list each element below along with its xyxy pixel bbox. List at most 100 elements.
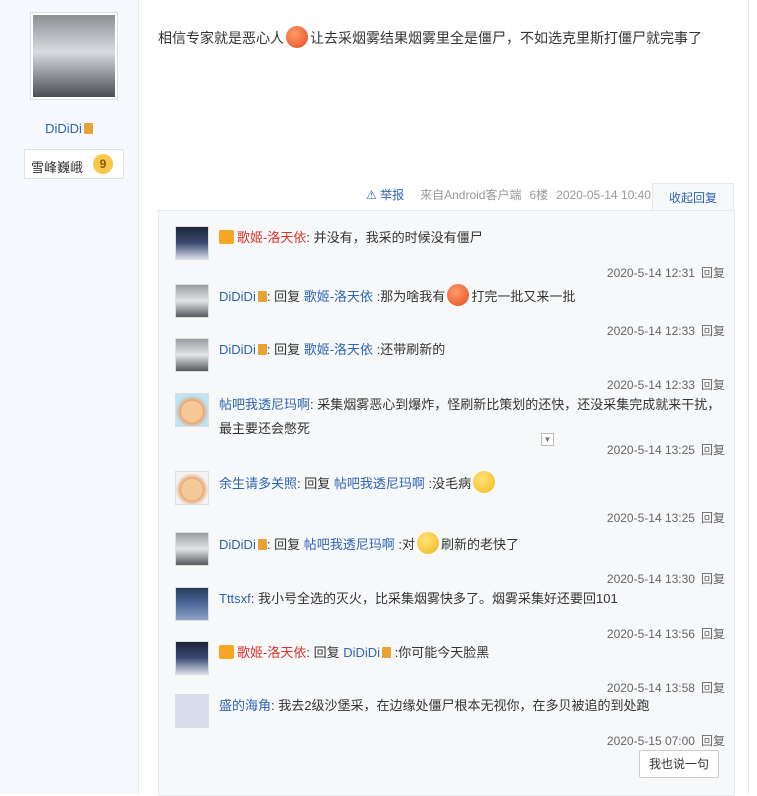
post-content: 相信专家就是恶心人 让去采烟雾结果烟雾里全是僵尸，不如选克里斯打僵尸就完事了 <box>158 24 738 52</box>
reply-body-2: 刷新的老快了 <box>440 537 519 552</box>
reply-username[interactable]: DiDiDi <box>219 342 256 357</box>
reply-body-2: 打完一批又来一批 <box>471 289 576 304</box>
member-badge[interactable]: 雪峰巍峨 9 <box>24 149 124 179</box>
reply-avatar[interactable] <box>175 471 209 505</box>
reply-username[interactable]: DiDiDi <box>219 289 256 304</box>
reply-button[interactable]: 回复 <box>701 572 725 586</box>
reply-target[interactable]: 歌姬-洛天依 <box>304 342 373 357</box>
report-link[interactable]: ⚠ 举报 <box>366 188 412 202</box>
reply-button[interactable]: 回复 <box>701 266 725 280</box>
post-source: 来自Android客户端 <box>420 188 522 202</box>
reply-time: 2020-5-14 13:25 <box>606 511 695 525</box>
reply-body: :那为啥我有 <box>376 289 446 304</box>
divider <box>748 0 749 794</box>
reply-avatar[interactable] <box>175 694 209 728</box>
reply-body: 我去2级沙堡采，在边缘处僵尸根本无视你，在多贝被追的到处跑 <box>278 698 650 713</box>
reply-button[interactable]: 回复 <box>701 511 725 525</box>
author-name-link[interactable]: DiDiDi <box>45 121 82 136</box>
reply-text: 帖吧我透尼玛啊: 采集烟雾恶心到爆炸，怪刷新比策划的还快，还没采集完成就来干扰，… <box>219 397 721 436</box>
reply-time: 2020-5-14 13:56 <box>606 627 695 641</box>
add-comment-button[interactable]: 我也说一句 <box>639 750 719 778</box>
reply-prefix: 回复 <box>304 476 331 491</box>
vip-crown-icon <box>219 230 234 244</box>
reply-text: Tttsxf: 我小号全选的灭火，比采集烟雾快多了。烟雾采集好还要回101 <box>219 591 618 606</box>
reply-username[interactable]: 盛的海角 <box>219 698 271 713</box>
post-floor: 6楼 <box>529 188 549 202</box>
reply-username[interactable]: Tttsxf <box>219 591 251 606</box>
reply-prefix: 回复 <box>313 645 340 660</box>
reply-meta: 2020-5-14 13:30 回复 <box>175 570 725 587</box>
reply-avatar[interactable] <box>175 338 209 372</box>
author-sidebar <box>0 0 139 794</box>
reply-prefix: 回复 <box>274 537 301 552</box>
reply-body: 并没有，我采的时候没有僵尸 <box>313 230 483 245</box>
reply-target[interactable]: DiDiDi <box>343 645 380 660</box>
reply-username[interactable]: DiDiDi <box>219 537 256 552</box>
reply-time: 2020-5-15 07:00 <box>606 734 695 748</box>
angry-emoji-icon <box>286 26 308 48</box>
beer-icon <box>382 647 392 658</box>
vip-crown-icon <box>219 645 234 659</box>
reply-username[interactable]: 帖吧我透尼玛啊 <box>219 397 310 412</box>
reply-text: DiDiDi: 回复 歌姬-洛天依 :那为啥我有 打完一批又来一批 <box>219 284 724 309</box>
reply-time: 2020-5-14 12:33 <box>606 324 695 338</box>
reply-button[interactable]: 回复 <box>701 681 725 695</box>
post-datetime: 2020-05-14 10:40 <box>556 188 651 202</box>
reply-prefix: 回复 <box>274 342 301 357</box>
reply-username[interactable]: 歌姬-洛天依 <box>237 230 306 245</box>
reply-time: 2020-5-14 12:33 <box>606 378 695 392</box>
beer-icon <box>257 539 267 550</box>
reply-button[interactable]: 回复 <box>701 324 725 338</box>
badge-name: 雪峰巍峨 <box>31 160 84 175</box>
reply-body: :你可能今天脸黑 <box>394 645 490 660</box>
reply-button[interactable]: 回复 <box>701 378 725 392</box>
reply-meta: 2020-5-14 13:25 回复 <box>175 509 725 526</box>
reply-username[interactable]: 余生请多关照 <box>219 476 297 491</box>
reply-text: DiDiDi: 回复 帖吧我透尼玛啊 :对 刷新的老快了 <box>219 532 724 557</box>
reply-body: :对 <box>398 537 415 552</box>
post-meta: ⚠ 举报 来自Android客户端 6楼 2020-05-14 10:40 <box>366 186 659 203</box>
reply-button[interactable]: 回复 <box>701 443 725 457</box>
author-name[interactable]: DiDiDi <box>0 121 138 136</box>
reply-body: :没毛病 <box>428 476 472 491</box>
reply-button[interactable]: 回复 <box>701 734 725 748</box>
reply-meta: 2020-5-14 13:56 回复 <box>175 625 725 642</box>
reply-avatar[interactable] <box>175 532 209 566</box>
reply-time: 2020-5-14 12:31 <box>606 266 695 280</box>
post-text-1: 相信专家就是恶心人 <box>158 30 284 46</box>
reply-meta: 2020-5-14 12:33 回复 <box>175 322 725 339</box>
reply-time: 2020-5-14 13:58 <box>606 681 695 695</box>
reply-target[interactable]: 歌姬-洛天依 <box>304 289 373 304</box>
reply-avatar[interactable] <box>175 587 209 621</box>
report-label[interactable]: 举报 <box>380 188 404 202</box>
author-avatar[interactable] <box>30 12 118 100</box>
smile-emoji-icon <box>416 532 439 554</box>
smile-emoji-icon <box>473 471 496 493</box>
reply-avatar[interactable] <box>175 641 209 675</box>
reply-avatar[interactable] <box>175 226 209 260</box>
angry-emoji-icon <box>447 284 470 306</box>
reply-body: :还带刷新的 <box>376 342 446 357</box>
reply-text: 歌姬-洛天依: 回复 DiDiDi :你可能今天脸黑 <box>219 641 724 665</box>
reply-prefix: 回复 <box>274 289 301 304</box>
reply-text: DiDiDi: 回复 歌姬-洛天依 :还带刷新的 <box>219 342 446 357</box>
reply-button[interactable]: 回复 <box>701 627 725 641</box>
reply-time: 2020-5-14 13:30 <box>606 572 695 586</box>
reply-text: 余生请多关照: 回复 帖吧我透尼玛啊 :没毛病 <box>219 471 724 496</box>
collapse-replies-button[interactable]: 收起回复 <box>652 183 734 211</box>
reply-avatar[interactable] <box>175 284 209 318</box>
reply-meta: 2020-5-14 12:33 回复 <box>175 376 725 393</box>
beer-icon <box>257 344 267 355</box>
level-icon: 9 <box>93 154 113 174</box>
reply-meta: 2020-5-14 13:25 回复 <box>175 441 725 458</box>
reply-text: 盛的海角: 我去2级沙堡采，在边缘处僵尸根本无视你，在多贝被追的到处跑 <box>219 698 650 713</box>
reply-avatar[interactable] <box>175 393 209 427</box>
reply-meta: 2020-5-14 12:31 回复 <box>175 264 725 281</box>
reply-time: 2020-5-14 13:25 <box>606 443 695 457</box>
reply-meta: 2020-5-15 07:00 回复 <box>175 732 725 749</box>
reply-target[interactable]: 帖吧我透尼玛啊 <box>304 537 395 552</box>
reply-text: 歌姬-洛天依: 并没有，我采的时候没有僵尸 <box>219 226 724 250</box>
reply-username[interactable]: 歌姬-洛天依 <box>237 645 306 660</box>
beer-icon <box>83 123 93 134</box>
reply-target[interactable]: 帖吧我透尼玛啊 <box>334 476 425 491</box>
